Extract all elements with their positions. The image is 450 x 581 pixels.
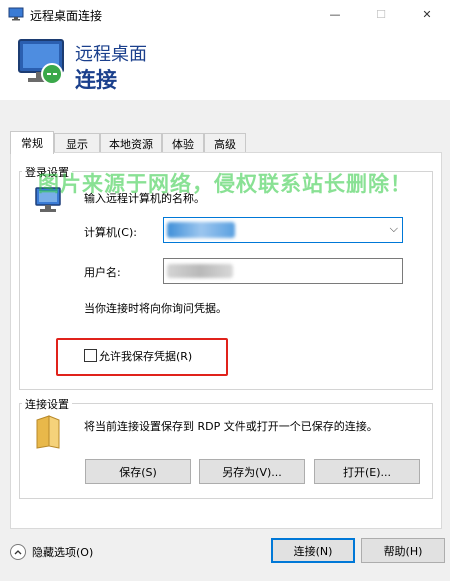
tab-local-resources[interactable]: 本地资源 [100, 133, 162, 153]
chevron-up-icon[interactable] [10, 544, 26, 560]
tab-label: 体验 [172, 137, 194, 151]
allow-save-credentials-label[interactable]: 允许我保存凭据(R) [99, 348, 192, 364]
title-bar[interactable]: 远程桌面连接 — ☐ ✕ [0, 0, 450, 28]
chevron-down-icon[interactable]: ⌵ [390, 222, 398, 236]
connect-button-label: 连接(N) [293, 544, 333, 558]
open-button[interactable]: 打开(E)... [314, 459, 420, 484]
computer-field-label: 计算机(C): [84, 226, 137, 239]
help-button-label: 帮助(H) [383, 544, 423, 558]
save-as-button-label: 另存为(V)... [222, 465, 282, 479]
folder-icon [36, 415, 60, 449]
redacted-username [167, 264, 233, 278]
connection-settings-label: 连接设置 [22, 396, 72, 412]
minimize-button[interactable]: — [312, 0, 358, 28]
tab-display[interactable]: 显示 [54, 133, 100, 153]
save-button[interactable]: 保存(S) [85, 459, 191, 484]
banner: 远程桌面 连接 [0, 28, 450, 100]
username-label: 用户名: [84, 266, 121, 279]
banner-title: 远程桌面 [75, 44, 147, 65]
tab-label: 显示 [66, 137, 88, 151]
banner-subtitle: 连接 [75, 68, 117, 92]
minimize-icon: — [329, 7, 341, 21]
allow-save-credentials-checkbox[interactable] [84, 349, 97, 362]
tab-label: 高级 [214, 137, 236, 151]
username-field[interactable] [163, 258, 403, 284]
maximize-button[interactable]: ☐ [358, 0, 404, 28]
open-button-label: 打开(E)... [342, 465, 392, 479]
tab-label: 常规 [21, 137, 43, 150]
hide-options-label: 隐藏选项(O) [32, 546, 94, 559]
remote-desktop-app-icon [8, 7, 24, 21]
close-icon: ✕ [422, 7, 432, 21]
remote-desktop-monitor-icon [18, 39, 64, 85]
connect-button[interactable]: 连接(N) [271, 538, 355, 563]
maximize-icon: ☐ [376, 7, 386, 21]
close-button[interactable]: ✕ [404, 0, 450, 28]
tab-experience[interactable]: 体验 [162, 133, 204, 153]
tab-label: 本地资源 [109, 137, 153, 151]
connection-settings-description: 将当前连接设置保存到 RDP 文件或打开一个已保存的连接。 [84, 420, 378, 433]
save-button-label: 保存(S) [119, 465, 157, 479]
window-title: 远程桌面连接 [30, 9, 103, 23]
tab-general[interactable]: 常规 [10, 131, 54, 154]
redacted-computer-name [167, 222, 235, 238]
tab-advanced[interactable]: 高级 [204, 133, 246, 153]
credential-note: 当你连接时将向你询问凭据。 [84, 302, 227, 315]
hide-options-toggle[interactable]: 隐藏选项(O) [10, 544, 93, 560]
watermark: 图片来源于网络，侵权联系站长删除！ [38, 172, 412, 196]
computer-combobox[interactable]: ⌵ [163, 217, 403, 243]
save-as-button[interactable]: 另存为(V)... [199, 459, 305, 484]
help-button[interactable]: 帮助(H) [361, 538, 445, 563]
